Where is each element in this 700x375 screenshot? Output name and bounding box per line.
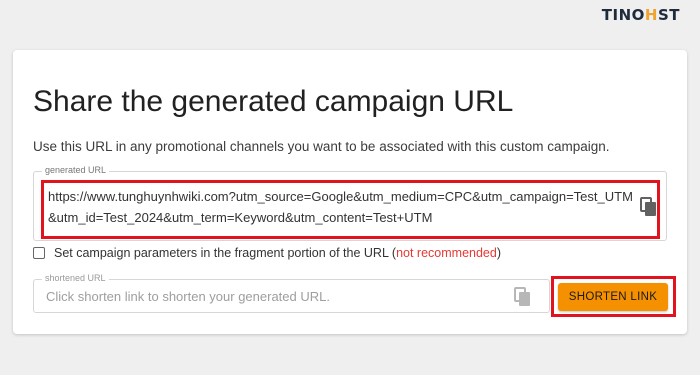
generated-url-label: generated URL — [42, 165, 110, 175]
fragment-checkbox[interactable] — [33, 247, 45, 259]
fragment-option-label: Set campaign parameters in the fragment … — [54, 246, 501, 260]
copy-icon[interactable] — [514, 287, 532, 307]
brand-text-end: ST — [657, 6, 680, 24]
shortened-url-field[interactable]: shortened URL Click shorten link to shor… — [33, 273, 550, 313]
fragment-option-row[interactable]: Set campaign parameters in the fragment … — [33, 246, 501, 260]
generated-url-text[interactable]: https://www.tunghuynhwiki.com?utm_source… — [48, 186, 634, 228]
brand-gear-letter: H — [644, 6, 658, 24]
shortened-url-label: shortened URL — [42, 273, 109, 283]
not-recommended-text: not recommended — [396, 246, 497, 260]
campaign-url-card: Share the generated campaign URL Use thi… — [13, 50, 687, 334]
shorten-link-button[interactable]: SHORTEN LINK — [558, 283, 668, 311]
shortened-url-placeholder: Click shorten link to shorten your gener… — [46, 289, 330, 304]
generated-url-field[interactable]: generated URL https://www.tunghuynhwiki.… — [33, 165, 667, 241]
fragment-option-text-end: ) — [496, 246, 502, 260]
fragment-option-text: Set campaign parameters in the fragment … — [54, 246, 397, 260]
brand-text: TINO — [601, 6, 645, 24]
page-subtitle: Use this URL in any promotional channels… — [33, 139, 610, 154]
page-title: Share the generated campaign URL — [33, 85, 514, 118]
brand-logo: TINOHST — [602, 6, 680, 24]
copy-icon[interactable] — [640, 197, 658, 217]
